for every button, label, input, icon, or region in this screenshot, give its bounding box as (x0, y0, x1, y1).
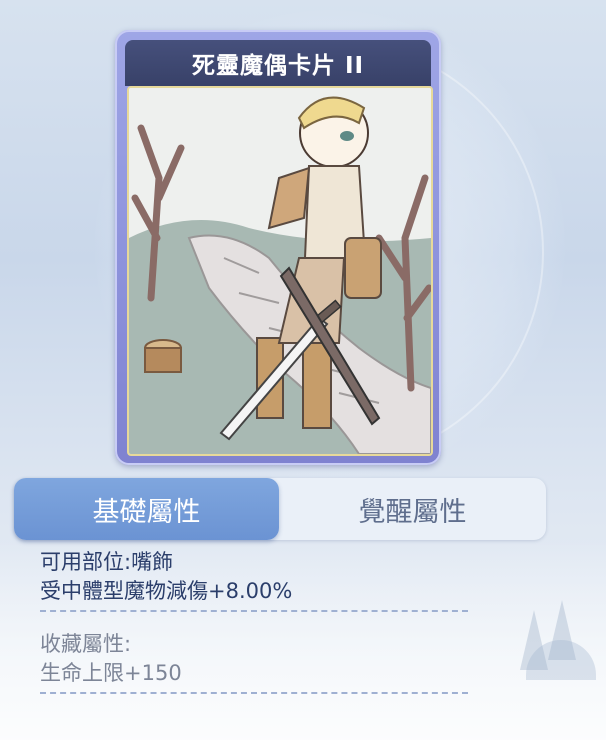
card-title-bar: 死靈魔偶卡片 II (125, 40, 431, 86)
collection-effect-line: 生命上限+150 (40, 661, 182, 685)
tab-base-attributes[interactable]: 基礎屬性 (14, 478, 279, 540)
attributes-panel: 可用部位:嘴飾 受中體型魔物減傷+8.00% 收藏屬性: 生命上限+150 (40, 548, 470, 694)
card-title: 死靈魔偶卡片 II (191, 53, 365, 79)
monster-card: 死靈魔偶卡片 II (115, 30, 441, 465)
attribute-tabs: 基礎屬性 覺醒屬性 (14, 478, 546, 540)
collection-header: 收藏屬性: (40, 632, 132, 656)
card-illustration (127, 86, 433, 456)
base-effect-line: 受中體型魔物減傷+8.00% (40, 579, 293, 603)
slot-line: 可用部位:嘴飾 (40, 550, 174, 574)
tab-awakening-attributes[interactable]: 覺醒屬性 (279, 478, 546, 540)
divider (40, 692, 468, 694)
